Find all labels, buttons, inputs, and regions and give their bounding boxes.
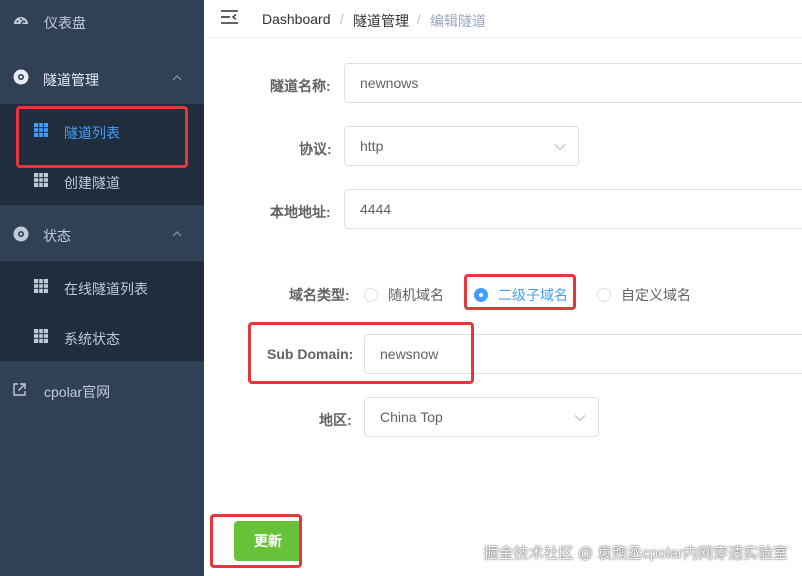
sidebar-item-dashboard[interactable]: 仪表盘 [0,0,204,42]
app-root: 仪表盘 隧道管理 隧道列表 创建隧道 状态 在线隧道列表 系统状态 cpolar… [0,0,802,576]
chevron-down-icon [574,409,586,425]
local-address-value: 4444 [360,201,392,217]
gear-circle-icon [13,69,29,85]
breadcrumb-separator: / [340,11,344,27]
chevron-up-icon [172,70,182,86]
sidebar-item-label: cpolar官网 [44,384,111,400]
table-icon [34,329,48,343]
dashboard-icon [13,13,29,29]
radio-checked-icon [474,288,488,302]
region-select[interactable]: China Top [364,397,599,437]
sidebar-item-system-status[interactable]: 系统状态 [0,314,204,360]
radio-circle-icon [364,288,378,302]
breadcrumb-separator: / [417,11,421,27]
radio-random-domain[interactable]: 随机域名 [364,285,444,305]
sidebar-item-label: 系统状态 [64,331,120,347]
radio-subdomain[interactable]: 二级子域名 [474,285,568,305]
chevron-down-icon [554,138,566,154]
protocol-select[interactable]: http [344,126,579,166]
sidebar: 仪表盘 隧道管理 隧道列表 创建隧道 状态 在线隧道列表 系统状态 cpolar… [0,0,204,576]
sidebar-item-create-tunnel[interactable]: 创建隧道 [0,158,204,204]
protocol-label: 协议: [299,141,332,157]
domain-type-label: 域名类型: [289,287,350,303]
breadcrumb-current: 编辑隧道 [430,13,486,29]
hamburger-icon[interactable] [221,10,238,29]
radio-label: 二级子域名 [498,287,568,303]
sidebar-item-cpolar-site[interactable]: cpolar官网 [0,368,204,412]
radio-circle-icon [597,288,611,302]
table-icon [34,123,48,137]
region-value: China Top [380,409,443,425]
sidebar-item-label: 创建隧道 [64,175,120,191]
local-address-input[interactable]: 4444 [344,189,802,229]
update-button[interactable]: 更新 [234,521,302,561]
external-link-icon [12,382,27,397]
protocol-value: http [360,138,384,154]
tunnel-name-input[interactable]: newnows [344,63,802,103]
sub-domain-input[interactable]: newsnow [364,334,802,374]
table-icon [34,279,48,293]
sidebar-item-online-tunnels[interactable]: 在线隧道列表 [0,264,204,310]
sub-domain-label: Sub Domain: [267,346,354,362]
sidebar-item-tunnel-list[interactable]: 隧道列表 [0,108,204,154]
sidebar-group-label: 隧道管理 [43,72,99,88]
gear-circle-icon [13,226,29,242]
region-label: 地区: [319,412,352,428]
sidebar-item-label: 隧道列表 [64,125,120,141]
sidebar-item-label: 仪表盘 [44,15,86,31]
breadcrumb-item[interactable]: 隧道管理 [353,11,409,31]
sidebar-group-label: 状态 [43,228,71,244]
chevron-up-icon [172,226,182,242]
sub-domain-value: newsnow [380,346,439,362]
breadcrumb-item[interactable]: Dashboard [262,11,331,27]
navbar: Dashboard / 隧道管理 / 编辑隧道 [204,0,802,38]
watermark: 掘金技术社区 @ 袁煦丞cpolar内网穿透实验室 [483,545,788,562]
local-address-label: 本地地址: [270,204,331,220]
radio-custom-domain[interactable]: 自定义域名 [597,285,691,305]
tunnel-name-value: newnows [360,75,419,91]
radio-label: 随机域名 [388,287,444,303]
radio-label: 自定义域名 [621,287,691,303]
tunnel-name-label: 隧道名称: [270,78,331,94]
sidebar-item-label: 在线隧道列表 [64,281,148,297]
table-icon [34,173,48,187]
sidebar-group-status[interactable]: 状态 [0,212,204,256]
sidebar-group-tunnel-management[interactable]: 隧道管理 [0,56,204,100]
